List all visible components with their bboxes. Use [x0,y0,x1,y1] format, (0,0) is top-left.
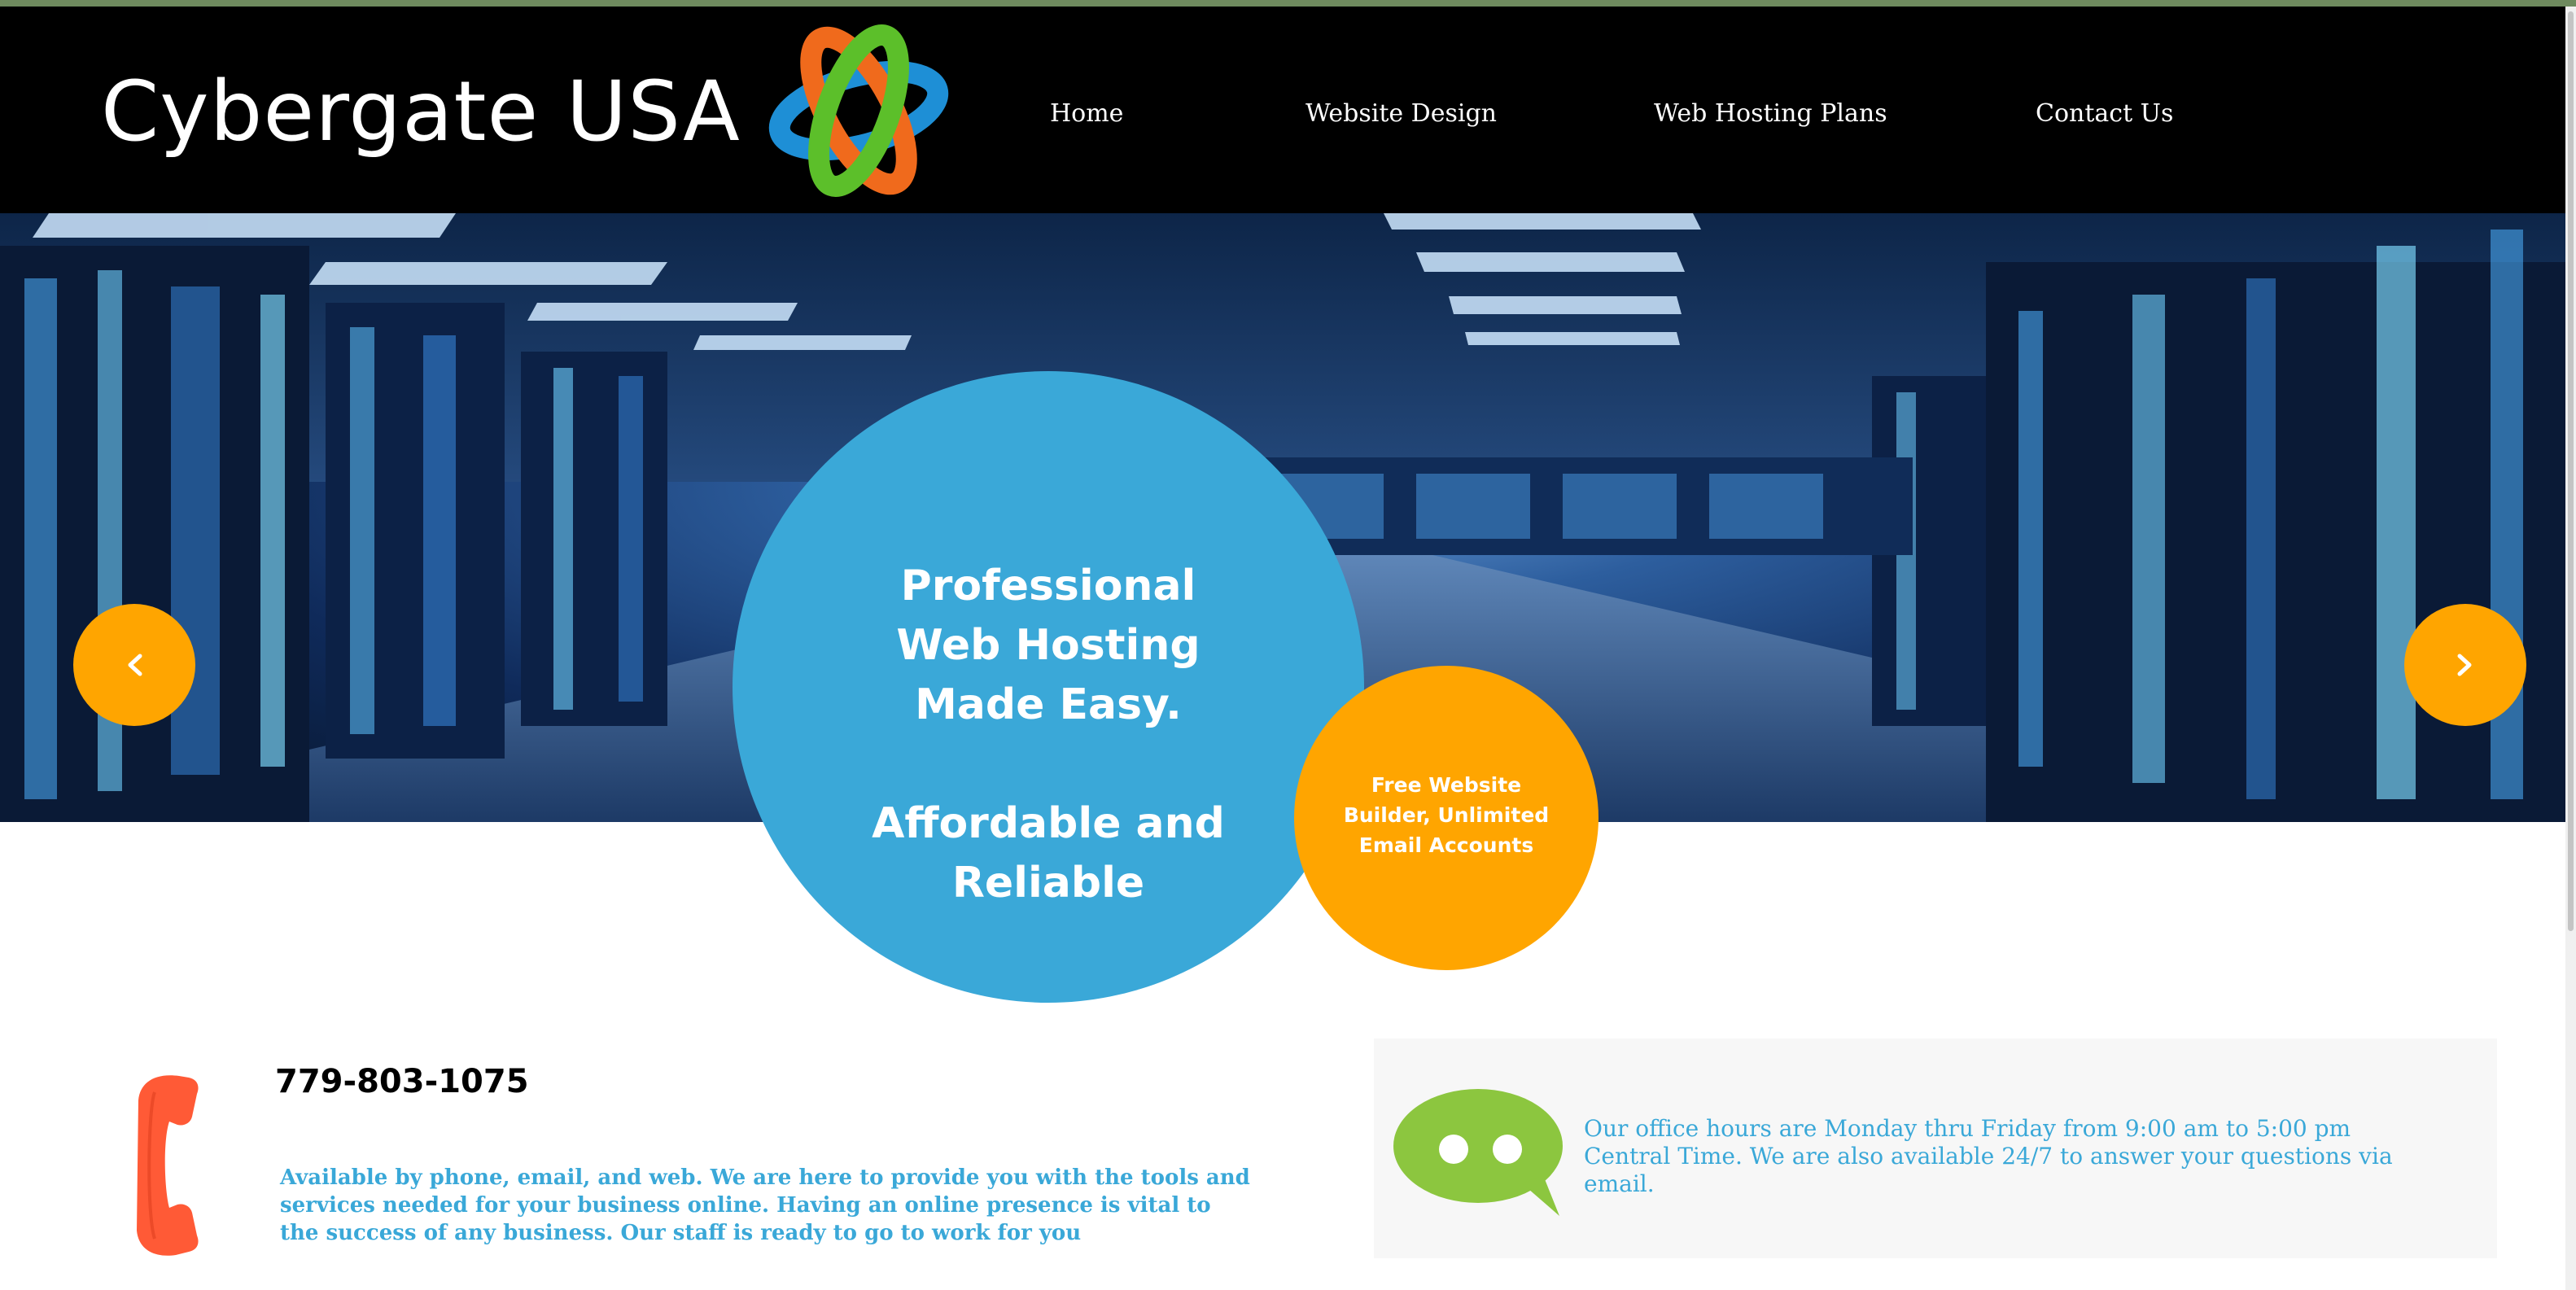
site-brand[interactable]: Cybergate USA [101,63,741,160]
headline-line-1: Professional [900,562,1196,610]
nav-home[interactable]: Home [1050,99,1123,128]
nav-web-hosting-plans[interactable]: Web Hosting Plans [1654,99,1887,128]
phone-icon [137,1075,199,1256]
office-hours-text: Our office hours are Monday thru Friday … [1584,1115,2393,1197]
site-header: Cybergate USA Home Website Design Web Ho… [0,7,2576,213]
hero-headline-circle: Professional Web Hosting Made Easy. Affo… [733,371,1364,1003]
chevron-left-icon [128,654,142,676]
tagline-line-1: Affordable and [872,799,1225,848]
badge-line-1: Free Website [1371,773,1522,797]
phone-number[interactable]: 779-803-1075 [275,1063,529,1100]
logo-icon[interactable] [765,21,952,200]
nav-contact-us[interactable]: Contact Us [2036,99,2173,128]
chevron-right-icon [2457,654,2472,676]
headline-line-2: Web Hosting [896,621,1201,670]
badge-line-3: Email Accounts [1358,833,1534,857]
slider-prev-button[interactable] [73,604,195,726]
chat-bubble-icon [1393,1089,1563,1216]
badge-line-2: Builder, Unlimited [1343,803,1550,827]
office-hours-panel: Our office hours are Monday thru Friday … [1374,1039,2497,1258]
scrollbar-thumb[interactable] [2568,11,2574,931]
nav-website-design[interactable]: Website Design [1305,99,1497,128]
headline-line-3: Made Easy. [915,680,1182,729]
slider-next-button[interactable] [2404,604,2526,726]
tagline-line-2: Reliable [951,859,1145,907]
contact-description: Available by phone, email, and web. We a… [280,1165,1250,1245]
top-strip [0,0,2576,7]
hero-badge-circle: Free Website Builder, Unlimited Email Ac… [1294,666,1599,970]
